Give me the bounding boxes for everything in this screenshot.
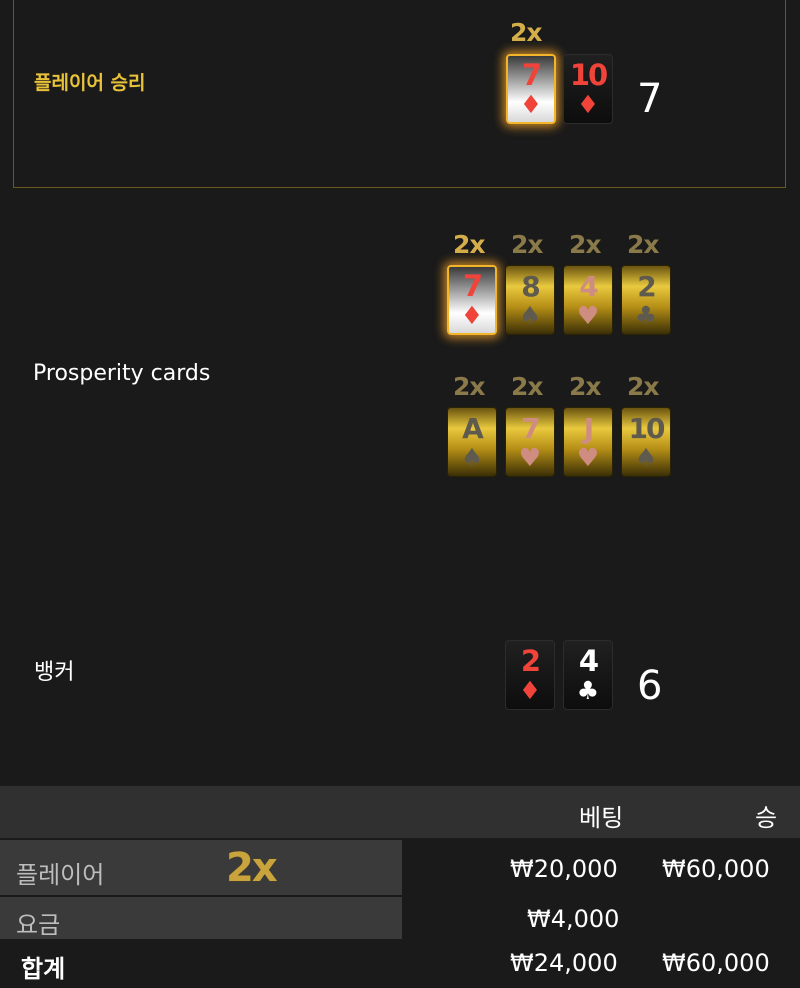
bet-column-header: 베팅 [579, 804, 624, 832]
prosperity-card: 7 ♥ [505, 407, 555, 477]
player-card-multiplier: 2x [510, 18, 543, 47]
heart-icon: ♥ [576, 300, 600, 330]
player-card-2: 10 ♦ [563, 54, 613, 124]
spade-icon: ♠ [634, 442, 658, 472]
spade-icon: ♠ [460, 442, 484, 472]
prosperity-card: 8 ♠ [505, 265, 555, 335]
prosperity-card: 2 ♣ [621, 265, 671, 335]
club-icon: ♣ [576, 676, 600, 705]
diamond-icon: ♦ [519, 90, 543, 119]
prosperity-multiplier: 2x [569, 230, 602, 259]
banker-card-2: 4 ♣ [563, 640, 613, 710]
win-column-header: 승 [755, 804, 778, 832]
bet-row-fee-label: 요금 [16, 911, 61, 939]
prosperity-card: 7 ♦ [447, 265, 497, 335]
prosperity-multiplier: 2x [453, 372, 486, 401]
bet-row-total-win: ₩60,000 [662, 949, 770, 977]
diamond-icon: ♦ [576, 90, 600, 119]
prosperity-card: A ♠ [447, 407, 497, 477]
prosperity-card: 4 ♥ [563, 265, 613, 335]
bet-row-total-label: 합계 [21, 955, 66, 983]
prosperity-multiplier: 2x [511, 230, 544, 259]
heart-icon: ♥ [518, 442, 542, 472]
prosperity-multiplier: 2x [627, 230, 660, 259]
bet-row-fee-bet: ₩4,000 [527, 905, 620, 933]
bet-row-player-win: ₩60,000 [662, 855, 770, 883]
prosperity-multiplier: 2x [569, 372, 602, 401]
prosperity-card: J ♥ [563, 407, 613, 477]
prosperity-card: 10 ♠ [621, 407, 671, 477]
bet-row-player-label: 플레이어 [16, 861, 105, 889]
bet-row-label-cell [0, 897, 402, 939]
prosperity-multiplier: 2x [511, 372, 544, 401]
banker-card-1: 2 ♦ [505, 640, 555, 710]
spade-icon: ♠ [518, 300, 542, 330]
bet-row-player-bet: ₩20,000 [510, 855, 618, 883]
diamond-icon: ♦ [518, 676, 542, 705]
bet-row-multiplier: 2x [226, 845, 278, 891]
prosperity-cards-label: Prosperity cards [33, 361, 211, 386]
club-icon: ♣ [634, 300, 658, 330]
prosperity-multiplier: 2x [627, 372, 660, 401]
bet-row-total-bet: ₩24,000 [510, 949, 618, 977]
prosperity-multiplier: 2x [453, 230, 486, 259]
player-score: 7 [637, 76, 663, 122]
diamond-icon: ♦ [460, 301, 484, 330]
banker-score: 6 [637, 663, 663, 709]
player-card-1: 7 ♦ [506, 54, 556, 124]
bet-table-header: 베팅 승 [0, 786, 800, 838]
heart-icon: ♥ [576, 442, 600, 472]
player-win-label: 플레이어 승리 [34, 72, 146, 94]
banker-label: 뱅커 [34, 660, 75, 685]
